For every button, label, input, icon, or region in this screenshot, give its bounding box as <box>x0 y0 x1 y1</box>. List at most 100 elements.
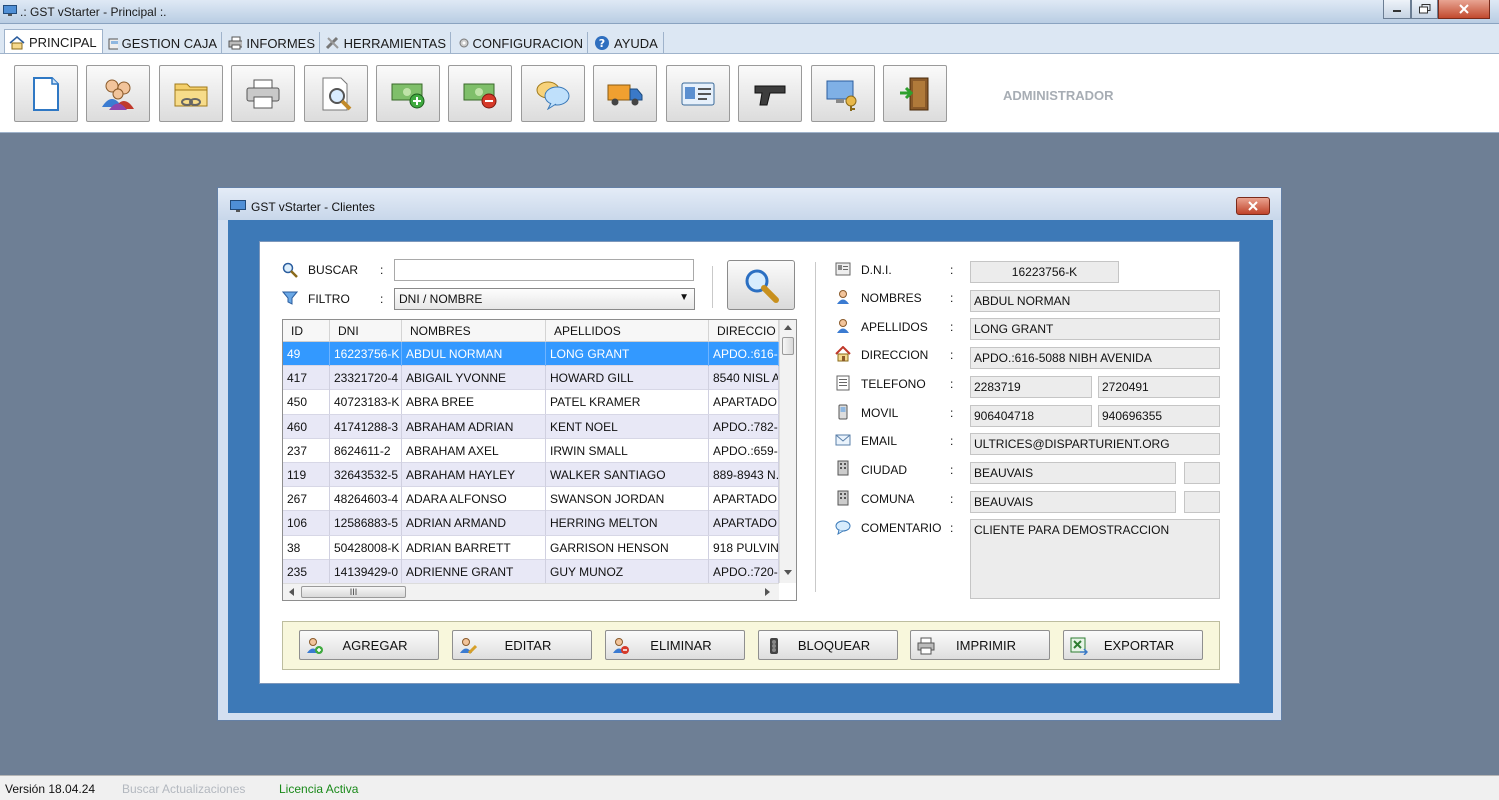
license-status: Licencia Activa <box>279 782 359 796</box>
export-clients-button[interactable]: EXPORTAR <box>1063 630 1203 660</box>
cell-nombres: ADRIAN BARRETT <box>402 535 546 560</box>
cell-direccion: APARTADO <box>709 390 779 415</box>
tab-informes[interactable]: INFORMES <box>224 32 320 54</box>
tab-ayuda[interactable]: ? AYUDA <box>590 32 664 54</box>
tab-label: CONFIGURACION <box>472 35 584 51</box>
table-row[interactable]: 119 32643532-5 ABRAHAM HAYLEY WALKER SANTIA… <box>283 462 779 488</box>
tab-configuracion[interactable]: CONFIGURACION <box>453 32 588 54</box>
cell-apellidos: SWANSON JORDAN <box>546 487 709 512</box>
dialog-close-button[interactable] <box>1236 197 1270 215</box>
movil-field-2[interactable]: 940696355 <box>1098 405 1220 427</box>
column-header-direccion[interactable]: DIRECCIO <box>709 320 779 342</box>
document-search-button[interactable] <box>304 65 368 122</box>
scroll-down-icon[interactable] <box>784 570 792 576</box>
clients-button[interactable] <box>86 65 150 122</box>
vertical-scroll-thumb[interactable] <box>782 337 794 355</box>
user-role-label: ADMINISTRADOR <box>1003 88 1114 103</box>
comentario-field[interactable]: CLIENTE PARA DEMOSTRACCION <box>970 519 1220 599</box>
block-client-button[interactable]: BLOQUEAR <box>758 630 898 660</box>
maximize-button[interactable] <box>1411 0 1438 19</box>
colon: : <box>950 463 954 477</box>
weapons-button[interactable] <box>738 65 802 122</box>
email-field[interactable]: ULTRICES@DISPARTURIENT.ORG <box>970 433 1220 455</box>
main-title-bar: .: GST vStarter - Principal :. <box>0 0 1499 24</box>
cash-in-button[interactable] <box>376 65 440 122</box>
add-client-button[interactable]: AGREGAR <box>299 630 439 660</box>
filter-icon <box>282 291 298 305</box>
ciudad-field[interactable]: BEAUVAIS <box>970 462 1176 484</box>
cell-dni: 41741288-3 <box>330 414 402 439</box>
search-input[interactable] <box>394 259 694 281</box>
dni-field[interactable]: 16223756-K <box>970 261 1119 283</box>
tab-label: GESTION CAJA <box>121 35 217 51</box>
search-icon <box>282 262 298 278</box>
cell-apellidos: GARRISON HENSON <box>546 535 709 560</box>
check-updates-link[interactable]: Buscar Actualizaciones <box>122 782 245 796</box>
scroll-up-icon[interactable] <box>784 324 792 330</box>
tab-herramientas[interactable]: HERRAMIENTAS <box>321 32 451 54</box>
column-header-apellidos[interactable]: APELLIDOS <box>546 320 709 342</box>
print-client-button[interactable]: IMPRIMIR <box>910 630 1050 660</box>
printer-icon <box>246 79 280 108</box>
close-icon <box>1248 201 1258 211</box>
id-card-button[interactable] <box>666 65 730 122</box>
horizontal-scrollbar[interactable]: III <box>283 583 779 600</box>
search-button[interactable] <box>727 260 795 310</box>
exit-button[interactable] <box>883 65 947 122</box>
direccion-field[interactable]: APDO.:616-5088 NIBH AVENIDA <box>970 347 1220 369</box>
print-button[interactable] <box>231 65 295 122</box>
cell-nombres: ADRIAN ARMAND <box>402 511 546 536</box>
minimize-button[interactable] <box>1383 0 1411 19</box>
table-row[interactable]: 267 48264603-4 ADARA ALFONSO SWANSON JORDAN… <box>283 487 779 512</box>
delete-client-button[interactable]: ELIMINAR <box>605 630 745 660</box>
new-document-button[interactable] <box>14 65 78 122</box>
movil-label: MOVIL <box>861 406 899 420</box>
app-monitor-icon <box>3 5 17 16</box>
column-header-nombres[interactable]: NOMBRES <box>402 320 546 342</box>
money-add-icon <box>391 83 425 108</box>
nombres-label: NOMBRES <box>861 291 922 305</box>
telefono-field-2[interactable]: 2720491 <box>1098 376 1220 398</box>
filter-select[interactable]: DNI / NOMBRE ▼ <box>394 288 695 310</box>
comuna-field[interactable]: BEAUVAIS <box>970 491 1176 513</box>
remote-access-button[interactable] <box>811 65 875 122</box>
table-row[interactable]: 106 12586883-5 ADRIAN ARMAND HERRING MELTON… <box>283 511 779 536</box>
table-row[interactable]: 237 8624611-2 ABRAHAM AXEL IRWIN SMALL APDO.… <box>283 438 779 463</box>
table-row[interactable]: 450 40723183-K ABRA BREE PATEL KRAMER APARTA… <box>283 390 779 415</box>
cash-out-button[interactable] <box>448 65 512 122</box>
table-row[interactable]: 417 23321720-4 ABIGAIL YVONNE HOWARD GILL 85… <box>283 366 779 391</box>
comuna-code-field[interactable] <box>1184 491 1220 513</box>
person-icon <box>837 290 849 304</box>
colon: : <box>950 377 954 391</box>
cell-id: 417 <box>283 366 330 391</box>
column-header-dni[interactable]: DNI <box>330 320 402 342</box>
movil-field-1[interactable]: 906404718 <box>970 405 1092 427</box>
table-row[interactable]: 235 14139429-0 ADRIENNE GRANT GUY MUNOZ APDO… <box>283 559 779 584</box>
table-row[interactable]: 460 41741288-3 ABRAHAM ADRIAN KENT NOEL APDO… <box>283 414 779 439</box>
telefono-field-1[interactable]: 2283719 <box>970 376 1092 398</box>
suppliers-button[interactable] <box>593 65 657 122</box>
clients-grid[interactable]: ID DNI NOMBRES APELLIDOS DIRECCIO 49 1622… <box>282 319 797 601</box>
printer-icon <box>228 36 243 50</box>
column-header-id[interactable]: ID <box>283 320 330 342</box>
scroll-left-icon[interactable] <box>288 588 294 596</box>
messages-button[interactable] <box>521 65 585 122</box>
horizontal-scroll-thumb[interactable]: III <box>301 586 406 598</box>
ciudad-code-field[interactable] <box>1184 462 1220 484</box>
tab-gestion-caja[interactable]: GESTION CAJA <box>104 32 222 54</box>
colon: : <box>950 406 954 420</box>
ciudad-label: CIUDAD <box>861 463 908 477</box>
tab-principal[interactable]: PRINCIPAL <box>4 29 103 55</box>
table-row[interactable]: 38 50428008-K ADRIAN BARRETT GARRISON HENSO… <box>283 535 779 560</box>
nombres-field[interactable]: ABDUL NORMAN <box>970 290 1220 312</box>
scroll-right-icon[interactable] <box>765 588 771 596</box>
divider <box>815 262 816 592</box>
cell-nombres: ABIGAIL YVONNE <box>402 366 546 391</box>
tools-icon <box>325 36 339 50</box>
close-window-button[interactable] <box>1438 0 1490 19</box>
edit-client-button[interactable]: EDITAR <box>452 630 592 660</box>
table-row[interactable]: 49 16223756-K ABDUL NORMAN LONG GRANT APDO.:… <box>283 342 779 367</box>
apellidos-field[interactable]: LONG GRANT <box>970 318 1220 340</box>
folder-link-button[interactable] <box>159 65 223 122</box>
vertical-scrollbar[interactable] <box>779 320 796 583</box>
